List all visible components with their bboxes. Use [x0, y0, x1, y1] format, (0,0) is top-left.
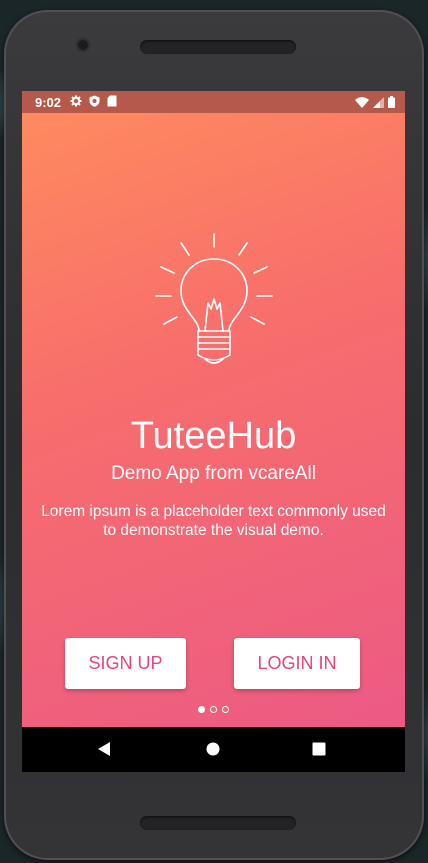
recents-icon[interactable] — [309, 739, 329, 759]
status-right-icons — [355, 96, 395, 111]
device-screen: 9:02 TuteeHub Demo App from vcareAll Lor… — [22, 91, 405, 772]
login-button[interactable]: LOGIN IN — [234, 638, 360, 689]
sign-up-button[interactable]: SIGN UP — [65, 638, 186, 689]
status-left-icons — [70, 95, 117, 110]
back-icon[interactable] — [94, 739, 114, 759]
top-speaker — [140, 40, 296, 54]
page-indicator — [22, 706, 405, 713]
settings-icon — [70, 95, 82, 110]
page-dot-1[interactable] — [198, 706, 205, 713]
front-camera — [78, 40, 88, 50]
navigation-bar — [22, 727, 405, 772]
lightbulb-icon — [153, 231, 275, 371]
status-time: 9:02 — [35, 95, 62, 110]
app-title: TuteeHub — [130, 415, 297, 457]
onboarding-screen: TuteeHub Demo App from vcareAll Lorem ip… — [22, 113, 405, 727]
page-dot-3[interactable] — [222, 706, 229, 713]
status-bar: 9:02 — [22, 91, 405, 113]
app-description: Lorem ipsum is a placeholder text common… — [41, 503, 386, 539]
shield-icon — [89, 95, 100, 110]
app-subtitle: Demo App from vcareAll — [111, 463, 316, 484]
page-dot-2[interactable] — [210, 706, 217, 713]
bottom-speaker — [140, 816, 296, 830]
wifi-icon — [355, 96, 369, 111]
signal-icon — [373, 96, 384, 111]
sd-card-icon — [107, 95, 117, 110]
home-icon[interactable] — [203, 739, 223, 759]
battery-icon — [388, 96, 395, 111]
